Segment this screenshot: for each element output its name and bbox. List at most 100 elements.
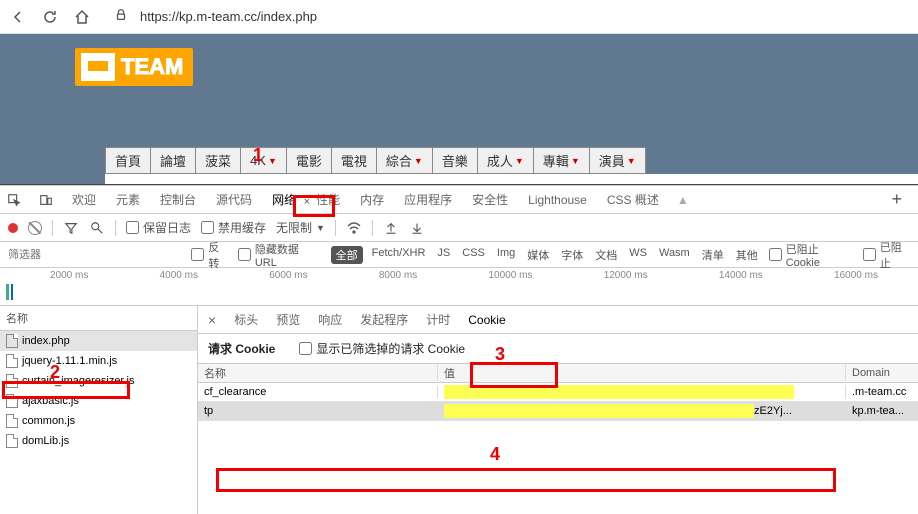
detail-tab[interactable]: 预览 xyxy=(276,311,300,328)
detail-tabs: × 标头 预览 响应 发起程序 计时 Cookie xyxy=(198,306,918,334)
filter-type[interactable]: CSS xyxy=(459,246,488,264)
device-icon[interactable] xyxy=(38,192,54,208)
file-icon xyxy=(6,354,18,368)
back-icon[interactable] xyxy=(8,7,28,27)
detail-tab[interactable]: 发起程序 xyxy=(360,311,408,328)
filter-icon[interactable] xyxy=(63,220,79,236)
name-column-header[interactable]: 名称 xyxy=(0,306,197,331)
show-filtered-checkbox[interactable]: 显示已筛选掉的请求 Cookie xyxy=(299,340,465,357)
file-icon xyxy=(6,434,18,448)
nav-item[interactable]: 綜合▼ xyxy=(377,147,433,174)
search-icon[interactable] xyxy=(89,220,105,236)
request-item[interactable]: jquery-1.11.1.min.js xyxy=(0,351,197,371)
logo-icon xyxy=(81,53,115,81)
url-bar[interactable]: https://kp.m-team.cc/index.php xyxy=(104,8,910,25)
filter-type[interactable]: 文档 xyxy=(592,246,620,264)
nav-item[interactable]: 音樂 xyxy=(433,147,478,174)
hide-url-checkbox[interactable]: 隐藏数据 URL xyxy=(238,241,323,269)
filter-type[interactable]: Img xyxy=(494,246,518,264)
filter-type[interactable]: 全部 xyxy=(331,246,363,264)
annotation-3: 3 xyxy=(495,344,505,365)
network-controls: 保留日志 禁用缓存 无限制 ▼ xyxy=(0,214,918,242)
inspect-icon[interactable] xyxy=(6,192,22,208)
upload-icon[interactable] xyxy=(383,220,399,236)
file-icon xyxy=(6,394,18,408)
devtools-panel: 欢迎元素控制台源代码网络 × 性能内存应用程序安全性 Lighthouse CSS 概述… xyxy=(0,185,918,514)
blocked-checkbox[interactable]: 已阻止 xyxy=(863,239,912,271)
filter-type[interactable]: Wasm xyxy=(656,246,693,264)
clear-icon[interactable] xyxy=(28,221,42,235)
blocked-cookie-checkbox[interactable]: 已阻止 Cookie xyxy=(769,241,855,269)
filter-type[interactable]: JS xyxy=(434,246,453,264)
annotation-1: 1 xyxy=(253,145,263,166)
devtools-tab[interactable]: 源代码 xyxy=(214,189,254,211)
detail-tab[interactable]: Cookie xyxy=(468,313,505,327)
filter-input[interactable] xyxy=(6,247,183,263)
cookie-section: 请求 Cookie 显示已筛选掉的请求 Cookie xyxy=(198,334,918,363)
disable-cache-checkbox[interactable]: 禁用缓存 xyxy=(201,219,266,236)
lock-icon xyxy=(114,8,128,25)
close-tab-icon[interactable]: × xyxy=(304,196,310,208)
close-detail-icon[interactable]: × xyxy=(208,312,216,328)
nav-item[interactable]: 成人▼ xyxy=(478,147,534,174)
browser-toolbar: https://kp.m-team.cc/index.php xyxy=(0,0,918,34)
cookie-row[interactable]: tpzE2Yj...kp.m-tea... xyxy=(198,402,918,421)
devtools-tab[interactable]: 性能 xyxy=(314,189,342,211)
site-logo[interactable]: TEAM xyxy=(75,48,193,86)
detail-tab[interactable]: 标头 xyxy=(234,311,258,328)
devtools-tab[interactable]: Lighthouse xyxy=(526,189,589,211)
request-item[interactable]: common.js xyxy=(0,411,197,431)
table-header: 名称 值 Domain xyxy=(198,364,918,383)
nav-item[interactable]: 專輯▼ xyxy=(534,147,590,174)
add-tab-icon[interactable]: + xyxy=(891,189,912,210)
throttle-select[interactable]: 无限制 ▼ xyxy=(276,219,325,236)
filter-type[interactable]: 字体 xyxy=(558,246,586,264)
request-item[interactable]: ajaxbasic.js xyxy=(0,391,197,411)
file-icon xyxy=(6,414,18,428)
filter-type[interactable]: Fetch/XHR xyxy=(369,246,429,264)
request-item[interactable]: curtain_imageresizer.js xyxy=(0,371,197,391)
filter-type[interactable]: 其他 xyxy=(733,246,761,264)
devtools-tab[interactable]: 元素 xyxy=(114,189,142,211)
network-timeline[interactable]: 2000 ms4000 ms6000 ms8000 ms10000 ms1200… xyxy=(0,268,918,306)
cookie-row[interactable]: cf_clearance.m-team.cc xyxy=(198,383,918,402)
preserve-log-checkbox[interactable]: 保留日志 xyxy=(126,219,191,236)
filter-type[interactable]: 媒体 xyxy=(524,246,552,264)
network-filters: 反转 隐藏数据 URL 全部 Fetch/XHR JS CSS Img 媒体字体文档 WS W… xyxy=(0,242,918,268)
request-item[interactable]: domLib.js xyxy=(0,431,197,451)
nav-item[interactable]: 電視 xyxy=(332,147,377,174)
filter-type[interactable]: 清单 xyxy=(699,246,727,264)
file-icon xyxy=(6,374,18,388)
devtools-tab[interactable]: 安全性 xyxy=(470,189,510,211)
devtools-tab[interactable]: 欢迎 xyxy=(70,189,98,211)
request-item[interactable]: index.php xyxy=(0,331,197,351)
nav-item[interactable]: 菠菜 xyxy=(196,147,241,174)
home-icon[interactable] xyxy=(72,7,92,27)
devtools-tab[interactable]: 网络 xyxy=(270,189,298,211)
url-text: https://kp.m-team.cc/index.php xyxy=(140,9,317,24)
file-icon xyxy=(6,334,18,348)
invert-checkbox[interactable]: 反转 xyxy=(191,239,229,271)
devtools-tab[interactable]: 应用程序 xyxy=(402,189,454,211)
nav-item[interactable]: 論壇 xyxy=(151,147,196,174)
devtools-tab[interactable]: 内存 xyxy=(358,189,386,211)
tab-badge: ▲ xyxy=(677,193,689,207)
devtools-tab[interactable]: 控制台 xyxy=(158,189,198,211)
nav-item[interactable]: 4K▼ xyxy=(241,147,287,174)
request-detail: × 标头 预览 响应 发起程序 计时 Cookie 请求 Cookie 显示已筛选掉的请求… xyxy=(198,306,918,514)
refresh-icon[interactable] xyxy=(40,7,60,27)
filter-type[interactable]: WS xyxy=(626,246,650,264)
detail-tab[interactable]: 计时 xyxy=(426,311,450,328)
nav-item[interactable]: 電影 xyxy=(287,147,332,174)
wifi-icon[interactable] xyxy=(346,220,362,236)
nav-item[interactable]: 演員▼ xyxy=(590,147,646,174)
request-list: 名称 index.phpjquery-1.11.1.min.jscurtain_… xyxy=(0,306,198,514)
site-header: TEAM 首頁論壇菠菜4K▼電影電視綜合▼音樂成人▼專輯▼演員▼ xyxy=(0,34,918,185)
devtools-tab[interactable]: CSS 概述 xyxy=(605,189,661,211)
site-nav: 首頁論壇菠菜4K▼電影電視綜合▼音樂成人▼專輯▼演員▼ xyxy=(105,147,918,174)
record-icon[interactable] xyxy=(8,223,18,233)
detail-tab[interactable]: 响应 xyxy=(318,311,342,328)
nav-item[interactable]: 首頁 xyxy=(105,147,151,174)
annotation-4: 4 xyxy=(490,444,500,465)
download-icon[interactable] xyxy=(409,220,425,236)
